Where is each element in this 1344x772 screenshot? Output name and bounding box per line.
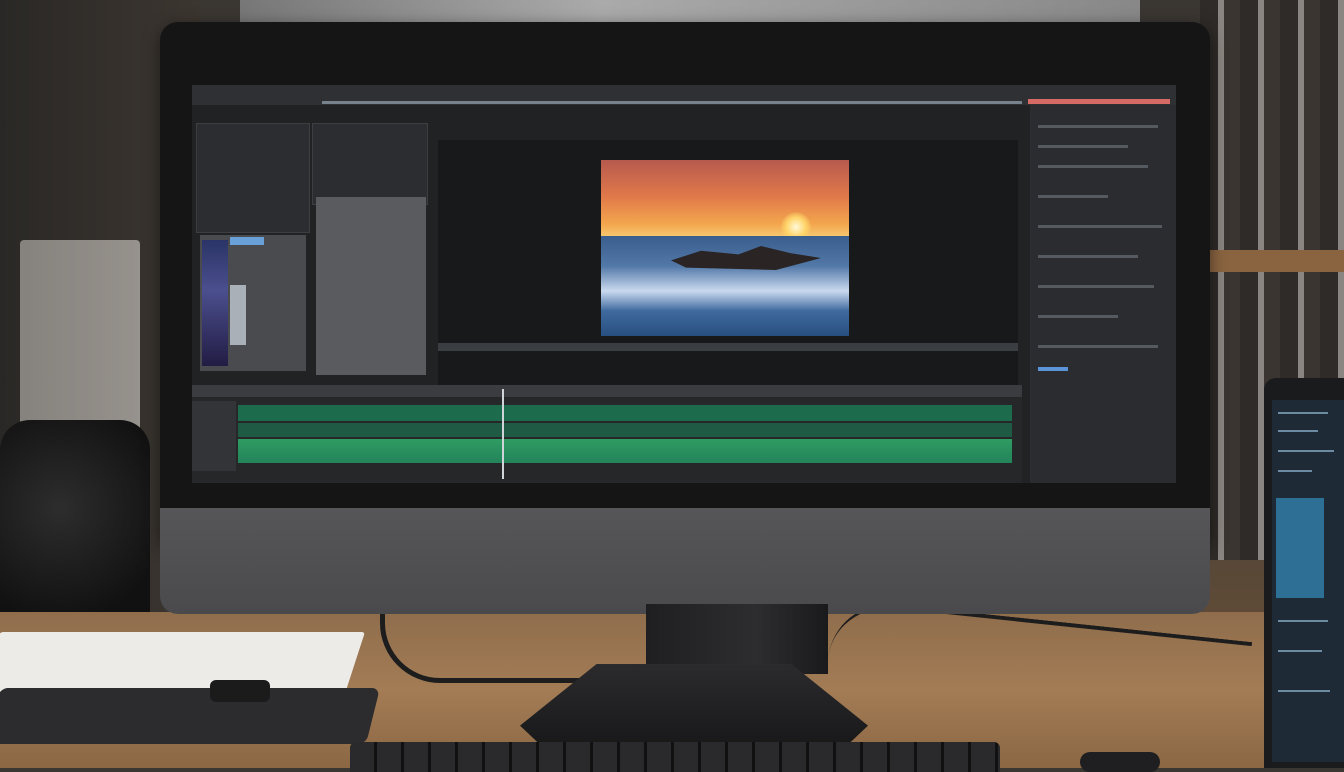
property-row[interactable] [1038,125,1158,128]
timeline-track[interactable] [238,405,1012,421]
video-editor-screen [192,85,1176,483]
project-panel[interactable] [196,123,310,233]
tablet-text-line [1278,690,1330,692]
sunset-seascape-image [601,160,849,336]
apple-logo-icon [632,536,668,580]
source-monitor-panel[interactable] [316,197,426,375]
playhead[interactable] [502,389,504,479]
effects-panel[interactable] [312,123,428,205]
tablet-text-line [1278,620,1328,622]
tablet-text-line [1278,470,1312,472]
property-row[interactable] [1038,345,1158,348]
tablet-text-line [1278,430,1318,432]
background-shelf-board [1205,250,1344,272]
tablet-text-line [1278,412,1328,414]
monitor-stand-neck [646,604,828,674]
timeline-track[interactable] [238,439,1012,463]
ocean-waves [601,236,849,336]
transport-controls[interactable] [438,343,1018,351]
tablet-highlight-panel [1276,498,1324,598]
timeline-ruler[interactable] [192,385,1022,397]
property-row[interactable] [1038,195,1108,198]
selected-property-indicator [1038,367,1068,371]
desk-phone [0,688,381,744]
monitor-chin [160,508,1210,614]
mouse [1080,752,1160,772]
property-row[interactable] [1038,315,1118,318]
property-row[interactable] [1038,145,1128,148]
property-row[interactable] [1038,225,1162,228]
camera-gear [0,420,150,640]
accent-bar [1028,99,1170,104]
property-row[interactable] [1038,255,1138,258]
top-progress-bar [322,101,1022,104]
properties-panel[interactable] [1030,105,1176,483]
tablet-text-line [1278,450,1334,452]
phone-clip [210,680,270,702]
clip-thumbnail[interactable] [230,285,246,345]
property-row[interactable] [1038,165,1148,168]
tool-buttons[interactable] [230,237,264,245]
sunset-sky [601,160,849,240]
tablet-text-line [1278,650,1322,652]
track-headers[interactable] [192,401,236,471]
clip-thumbnail[interactable] [202,240,228,366]
timeline-track[interactable] [238,423,1012,437]
property-row[interactable] [1038,285,1154,288]
